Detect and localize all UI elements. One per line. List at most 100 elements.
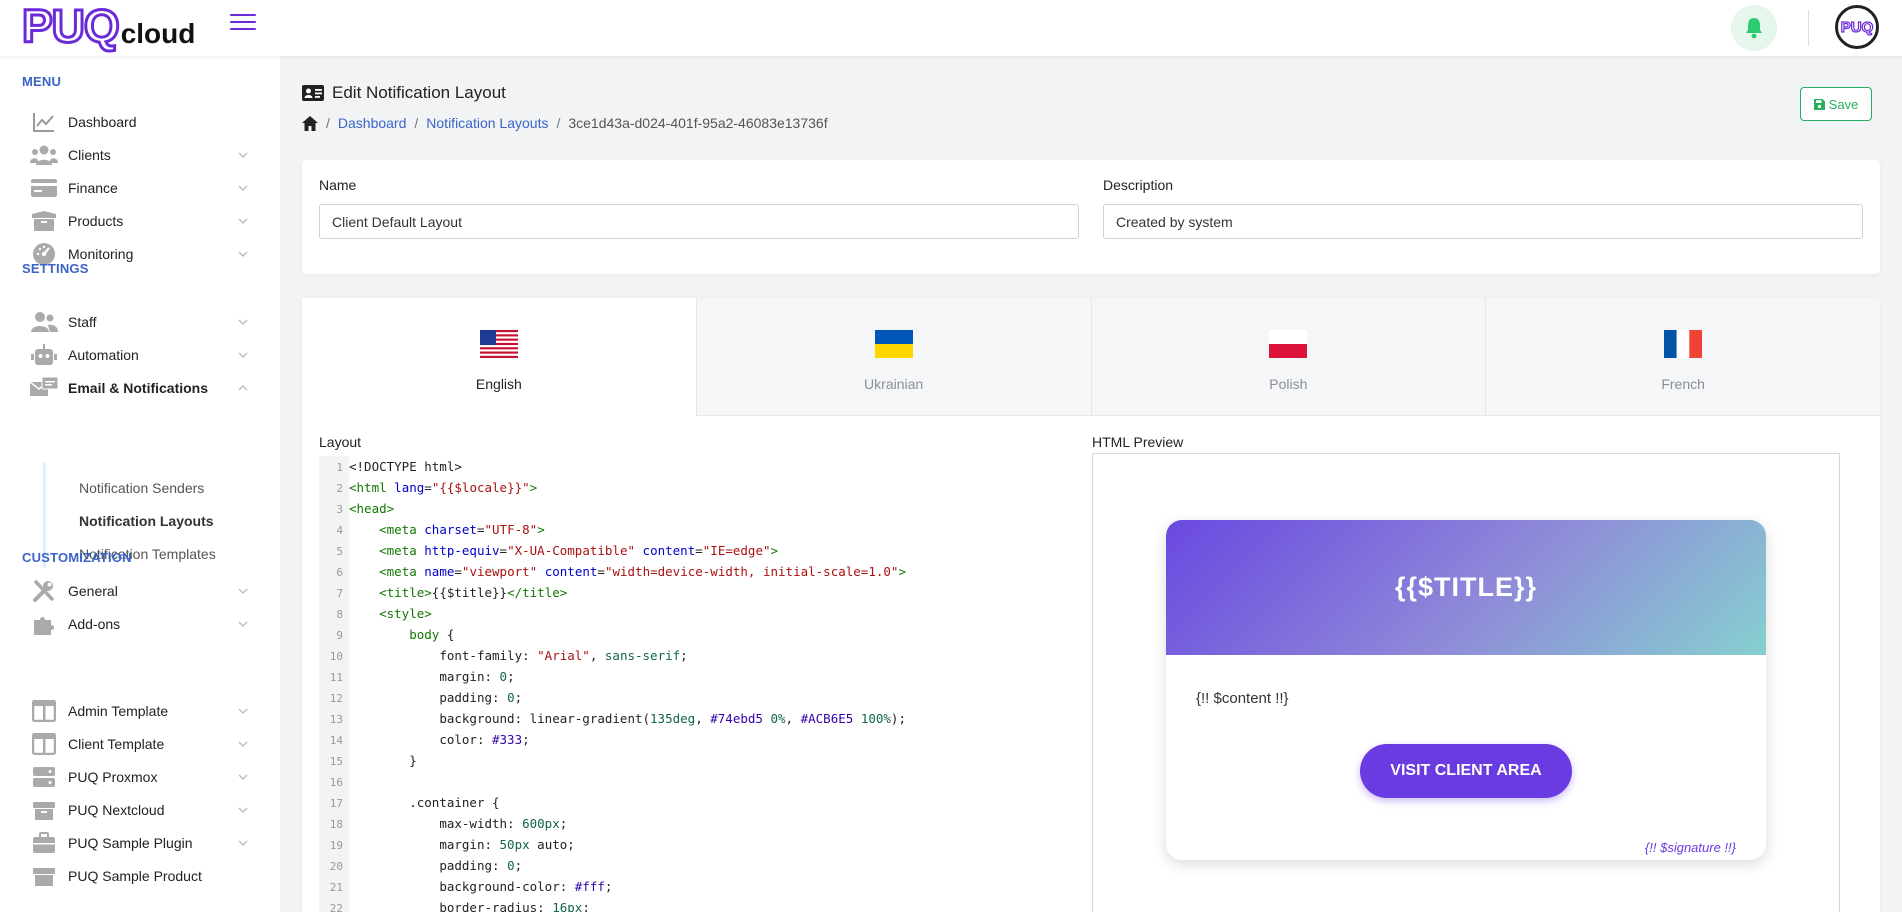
code-line: 19 margin: 50px auto; — [329, 837, 575, 852]
top-divider — [1808, 10, 1809, 46]
menu-toggle-icon[interactable] — [230, 14, 256, 34]
sidebar-subitem-notification-senders[interactable]: Notification Senders — [79, 480, 204, 496]
tools-icon — [30, 579, 58, 603]
sidebar-item-finance[interactable]: Finance — [30, 171, 250, 205]
sidebar-item-add-ons[interactable]: Add-ons — [30, 607, 250, 641]
chevron-down-icon — [238, 741, 248, 747]
sidebar-item-label: PUQ Sample Product — [68, 868, 202, 884]
sidebar-item-automation[interactable]: Automation — [30, 338, 250, 372]
code-line: 2 <html lang="{{$locale}}"> — [336, 480, 538, 495]
briefcase-icon — [30, 831, 58, 855]
code-line: 5 <meta http-equiv="X-UA-Compatible" con… — [336, 543, 779, 558]
code-line: 6 <meta name="viewport" content="width=d… — [336, 564, 906, 579]
code-line: 8 <style> — [336, 606, 432, 621]
sidebar-item-label: Clients — [68, 147, 111, 163]
staff-icon — [30, 310, 58, 334]
sidebar-item-puq-nextcloud[interactable]: PUQ Nextcloud — [30, 793, 250, 827]
email-signature: {!! $signature !!} — [1644, 840, 1736, 855]
sidebar-item-puq-sample-plugin[interactable]: PUQ Sample Plugin — [30, 826, 250, 860]
chevron-down-icon — [238, 352, 248, 358]
code-line: 15 } — [329, 753, 417, 768]
breadcrumb-link-dashboard[interactable]: Dashboard — [338, 115, 407, 131]
credit-card-icon — [30, 176, 58, 200]
chevron-up-icon — [238, 385, 248, 391]
code-line: 21 background-color: #fff; — [329, 879, 613, 894]
chevron-down-icon — [238, 152, 248, 158]
sidebar-subitem-notification-layouts[interactable]: Notification Layouts — [79, 513, 214, 529]
us-flag-icon — [479, 330, 518, 358]
ua-flag-icon — [874, 330, 913, 358]
id-card-icon — [302, 85, 324, 101]
tab-english[interactable]: English — [302, 298, 697, 416]
avatar[interactable]: PUQ — [1835, 5, 1879, 49]
sidebar: MENU Dashboard Clients Finance Products … — [0, 56, 280, 912]
robot-icon — [30, 343, 58, 367]
code-line: 13 background: linear-gradient(135deg, #… — [329, 711, 906, 726]
tab-label: Polish — [1269, 376, 1308, 392]
sidebar-item-puq-proxmox[interactable]: PUQ Proxmox — [30, 760, 250, 794]
breadcrumb-link-notification-layouts[interactable]: Notification Layouts — [426, 115, 548, 131]
chevron-down-icon — [238, 588, 248, 594]
sidebar-item-label: PUQ Sample Plugin — [68, 835, 193, 851]
code-editor[interactable]: 1 <!DOCTYPE html> 2 <html lang="{{$locale}… — [319, 456, 1079, 912]
tab-label: English — [475, 376, 522, 392]
sidebar-item-client-template[interactable]: Client Template — [30, 727, 250, 761]
visit-client-area-button[interactable]: VISIT CLIENT AREA — [1360, 744, 1572, 798]
code-line: 12 padding: 0; — [329, 690, 523, 705]
sidebar-item-general[interactable]: General — [30, 574, 250, 608]
page-title-text: Edit Notification Layout — [332, 83, 506, 102]
logo-main: PUQ — [21, 0, 122, 52]
chevron-down-icon — [238, 251, 248, 257]
html-preview: {{$TITLE}} {!! $content !!} VISIT CLIENT… — [1092, 453, 1840, 912]
sidebar-item-label: PUQ Proxmox — [68, 769, 158, 785]
chevron-down-icon — [238, 708, 248, 714]
sidebar-item-label: Products — [68, 213, 124, 229]
section-title-settings: SETTINGS — [22, 261, 89, 276]
code-line: 10 font-family: "Arial", sans-serif; — [329, 648, 688, 663]
users-icon — [30, 143, 58, 167]
sidebar-item-label: General — [68, 583, 118, 599]
puzzle-icon — [30, 612, 58, 636]
name-label: Name — [319, 177, 357, 193]
code-line: 3 <head> — [336, 501, 395, 516]
chevron-down-icon — [238, 319, 248, 325]
sidebar-item-email-notifications[interactable]: Email & Notifications — [30, 371, 250, 405]
sidebar-item-staff[interactable]: Staff — [30, 305, 250, 339]
code-line: 7 <title>{{$title}}</title> — [336, 585, 568, 600]
name-input[interactable] — [319, 204, 1079, 239]
chevron-down-icon — [238, 774, 248, 780]
code-line: 11 margin: 0; — [329, 669, 515, 684]
email-header: {{$TITLE}} — [1166, 520, 1766, 655]
sidebar-item-label: Dashboard — [68, 114, 137, 130]
tab-french[interactable]: French — [1486, 298, 1880, 416]
layout-icon — [30, 699, 58, 723]
tab-polish[interactable]: Polish — [1091, 298, 1487, 416]
sidebar-item-label: Finance — [68, 180, 118, 196]
code-line: 20 padding: 0; — [329, 858, 523, 873]
save-button[interactable]: Save — [1800, 87, 1872, 121]
sidebar-item-dashboard[interactable]: Dashboard — [30, 105, 250, 139]
breadcrumb-current: 3ce1d43a-d024-401f-95a2-46083e13736f — [568, 115, 828, 131]
pl-flag-icon — [1269, 330, 1308, 358]
sidebar-item-admin-template[interactable]: Admin Template — [30, 694, 250, 728]
mail-icon — [30, 376, 58, 400]
language-tabs: English Ukrainian Polish French — [302, 298, 1880, 416]
sidebar-item-clients[interactable]: Clients — [30, 138, 250, 172]
description-input[interactable] — [1103, 204, 1863, 239]
sidebar-item-label: PUQ Nextcloud — [68, 802, 165, 818]
breadcrumb-separator: / — [414, 115, 419, 131]
home-icon[interactable] — [302, 115, 318, 131]
logo-sub: cloud — [120, 18, 196, 49]
sidebar-item-products[interactable]: Products — [30, 204, 250, 238]
code-line: 9 body { — [336, 627, 455, 642]
logo[interactable]: PUQ cloud — [21, 0, 196, 52]
sidebar-item-label: Email & Notifications — [68, 380, 209, 396]
box-icon — [30, 798, 58, 822]
sidebar-item-puq-sample-product[interactable]: PUQ Sample Product — [30, 859, 250, 893]
section-title-customization: CUSTOMIZATION — [22, 550, 132, 565]
sidebar-item-label: Add-ons — [68, 616, 121, 632]
tab-label: French — [1661, 376, 1705, 392]
tab-ukrainian[interactable]: Ukrainian — [696, 298, 1092, 416]
bell-icon[interactable] — [1731, 5, 1777, 51]
server-icon — [30, 765, 58, 789]
